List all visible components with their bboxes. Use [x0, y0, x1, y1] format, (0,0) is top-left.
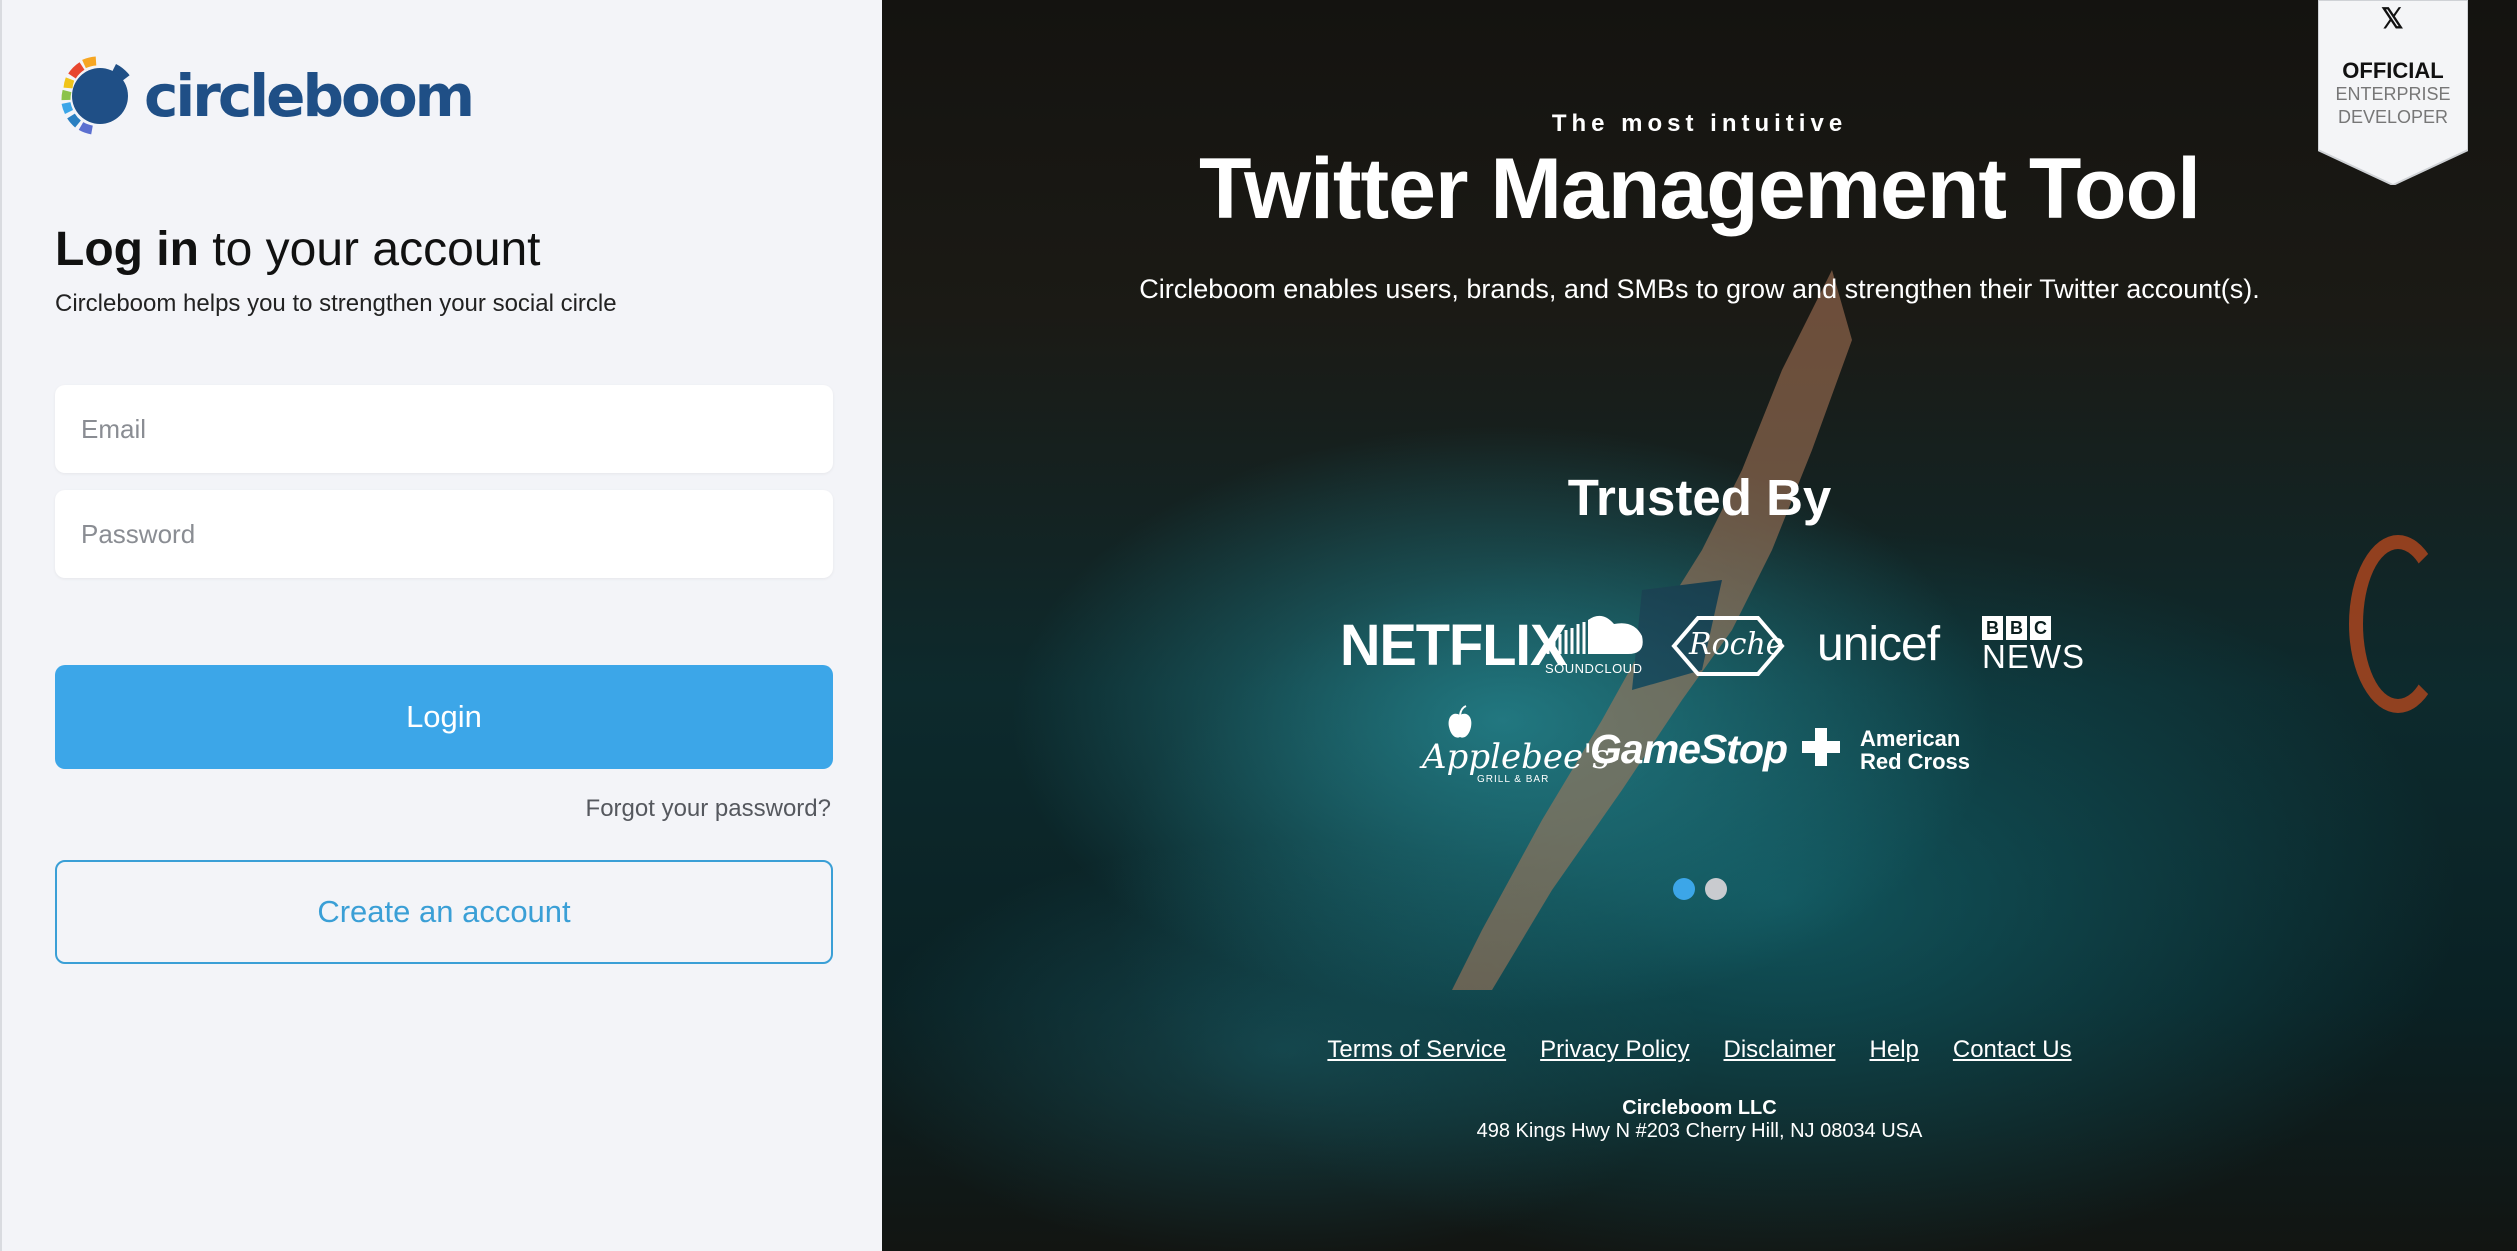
email-field[interactable] [55, 385, 833, 473]
applebees-logo: Applebee's [1422, 737, 1610, 777]
bbc-box-b2: B [2006, 616, 2027, 640]
contact-us-link[interactable]: Contact Us [1953, 1036, 2072, 1064]
footer-links: Terms of Service Privacy Policy Disclaim… [882, 1036, 2517, 1064]
logo-wordmark: circleboom [144, 62, 475, 130]
password-field[interactable] [55, 490, 833, 578]
hero-title: Twitter Management Tool [1198, 141, 2201, 237]
circleboom-logo-icon [61, 56, 130, 135]
soundcloud-label: SOUNDCLOUD [1545, 661, 1643, 676]
company-address: 498 Kings Hwy N #203 Cherry Hill, NJ 080… [1476, 1120, 1923, 1142]
terms-of-service-link[interactable]: Terms of Service [1327, 1036, 1506, 1064]
red-cross-line-1: American [1860, 726, 1961, 751]
gamestop-logo: GameStop [1590, 726, 1788, 772]
hero-tagline: The most intuitive [1551, 110, 1848, 137]
american-red-cross-logo: American Red Cross [1860, 727, 1970, 773]
page-title-bold: Log in [55, 223, 199, 276]
page-title-rest: to your account [198, 223, 541, 276]
circleboom-logo[interactable]: circleboom [52, 48, 475, 144]
page-subtitle: Circleboom helps you to strengthen your … [55, 290, 617, 317]
carousel-dots [1673, 878, 1727, 900]
privacy-policy-link[interactable]: Privacy Policy [1540, 1036, 1689, 1064]
trusted-by-title: Trusted By [1567, 469, 1832, 526]
roche-label: Roche [1689, 627, 1784, 662]
create-account-button[interactable]: Create an account [55, 860, 833, 964]
badge-line-1: ENTERPRISE [2335, 84, 2451, 104]
unicef-logo: unicef [1817, 618, 1940, 671]
bbc-news-logo: B B C NEWS [1982, 616, 2085, 676]
page-title: Log in to your account [55, 222, 540, 277]
apple-icon [1448, 705, 1472, 738]
red-cross-icon [1802, 728, 1840, 766]
life-ring-image [2349, 535, 2447, 713]
carousel-dot-2[interactable] [1705, 878, 1727, 900]
hero-panel: 𝕏 OFFICIAL ENTERPRISE DEVELOPER The most… [882, 0, 2517, 1251]
badge-title: OFFICIAL [2342, 58, 2444, 83]
bbc-news-label: NEWS [1982, 638, 2085, 675]
x-icon: 𝕏 [2381, 3, 2404, 34]
forgot-password-link[interactable]: Forgot your password? [586, 795, 831, 823]
help-link[interactable]: Help [1870, 1036, 1919, 1064]
bbc-box-c: C [2030, 616, 2051, 640]
company-name: Circleboom LLC [1622, 1097, 1777, 1119]
applebees-sublabel: GRILL & BAR [1477, 774, 1550, 785]
bbc-box-b1: B [1982, 616, 2003, 640]
carousel-dot-1[interactable] [1673, 878, 1695, 900]
login-button[interactable]: Login [55, 665, 833, 769]
hero-subtitle: Circleboom enables users, brands, and SM… [1139, 274, 2260, 304]
netflix-logo: NETFLIX [1340, 611, 1567, 678]
disclaimer-link[interactable]: Disclaimer [1724, 1036, 1836, 1064]
login-panel: circleboom Log in to your account Circle… [0, 0, 882, 1251]
red-cross-line-2: Red Cross [1860, 749, 1971, 774]
